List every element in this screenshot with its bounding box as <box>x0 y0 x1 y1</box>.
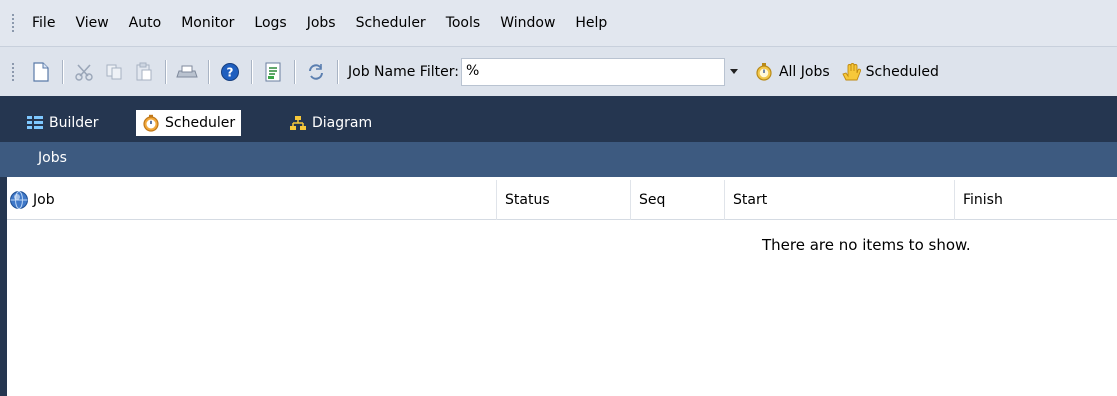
refresh-icon[interactable] <box>305 61 327 83</box>
svg-text:?: ? <box>227 65 234 79</box>
print-icon[interactable] <box>176 61 198 83</box>
view-tab-strip: Builder Scheduler Diagram <box>0 96 1117 142</box>
new-document-icon[interactable] <box>30 61 52 83</box>
scheduled-button[interactable]: Scheduled <box>836 61 939 83</box>
tab-builder[interactable]: Builder <box>20 110 105 136</box>
tab-diagram[interactable]: Diagram <box>283 110 378 136</box>
menubar-grip[interactable] <box>10 13 16 33</box>
diagram-icon <box>289 114 307 132</box>
tab-diagram-label: Diagram <box>312 115 373 131</box>
cut-icon[interactable] <box>73 61 95 83</box>
menu-window[interactable]: Window <box>494 0 569 46</box>
job-name-filter-label: Job Name Filter: <box>348 63 459 80</box>
menu-view[interactable]: View <box>69 0 122 46</box>
toolbar-separator <box>62 59 63 84</box>
report-icon[interactable] <box>262 61 284 83</box>
builder-grid-icon <box>26 114 44 132</box>
tab-scheduler[interactable]: Scheduler <box>136 110 242 136</box>
help-icon[interactable]: ? <box>219 61 241 83</box>
toolbar-separator <box>294 59 295 84</box>
column-header-job-label: Job <box>33 191 55 208</box>
chevron-down-icon[interactable] <box>724 57 743 86</box>
menu-logs[interactable]: Logs <box>248 0 300 46</box>
toolbar-separator <box>165 59 166 84</box>
menu-jobs[interactable]: Jobs <box>301 0 350 46</box>
menu-auto[interactable]: Auto <box>123 0 176 46</box>
column-header-job[interactable]: Job <box>7 179 497 220</box>
toolbar-separator <box>208 59 209 84</box>
panel-left-border <box>0 177 7 396</box>
globe-info-icon <box>9 190 29 210</box>
all-jobs-label: All Jobs <box>778 63 830 80</box>
tab-builder-label: Builder <box>49 115 99 131</box>
copy-icon[interactable] <box>103 61 125 83</box>
all-jobs-button[interactable]: All Jobs <box>749 61 830 83</box>
stopwatch-icon <box>753 61 775 83</box>
menu-bar: File View Auto Monitor Logs Jobs Schedul… <box>0 0 1117 46</box>
job-name-filter-input[interactable]: % <box>460 57 725 86</box>
menu-monitor[interactable]: Monitor <box>175 0 248 46</box>
column-header-status[interactable]: Status <box>497 179 631 220</box>
scheduled-label: Scheduled <box>865 63 939 80</box>
panel-title: Jobs <box>0 142 1117 177</box>
menu-help[interactable]: Help <box>569 0 621 46</box>
column-header-seq[interactable]: Seq <box>631 179 725 220</box>
tab-scheduler-label: Scheduler <box>165 115 236 131</box>
menu-scheduler[interactable]: Scheduler <box>350 0 440 46</box>
job-list-header: Job Status Seq Start Finish <box>7 179 1117 220</box>
toolbar-separator <box>251 59 252 84</box>
stopwatch-icon <box>142 114 160 132</box>
column-header-finish[interactable]: Finish <box>955 180 1117 220</box>
empty-list-message: There are no items to show. <box>762 236 971 254</box>
menu-tools[interactable]: Tools <box>440 0 495 46</box>
menu-file[interactable]: File <box>26 0 69 46</box>
toolbar: ? Job Name Filter: % All Jobs Scheduled <box>0 46 1117 96</box>
column-header-start[interactable]: Start <box>725 179 955 220</box>
hand-icon <box>840 61 862 83</box>
toolbar-grip[interactable] <box>10 61 16 82</box>
toolbar-separator <box>337 59 338 84</box>
paste-icon[interactable] <box>133 61 155 83</box>
